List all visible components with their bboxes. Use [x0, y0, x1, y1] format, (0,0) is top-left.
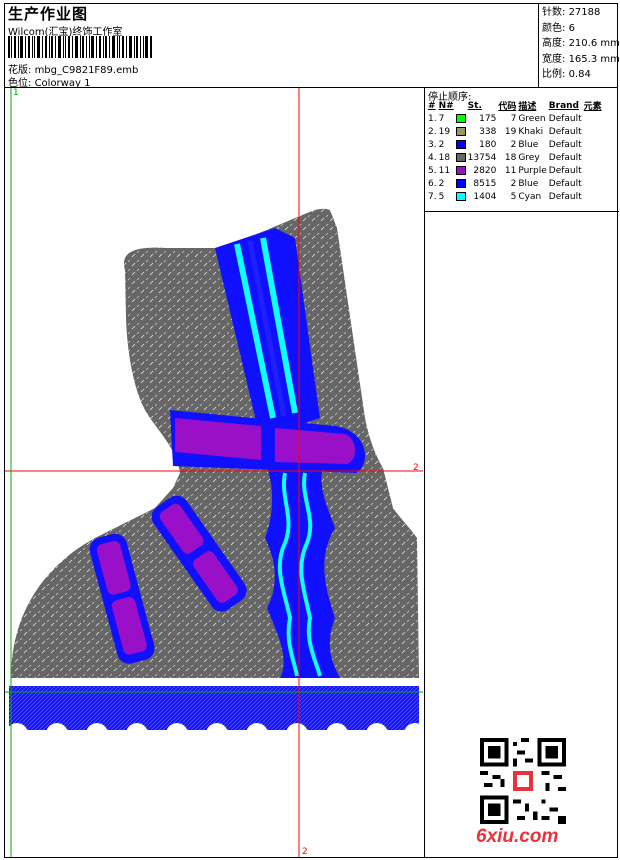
marker-end-right: 2	[413, 463, 419, 473]
color-swatch	[455, 152, 466, 162]
row-brand: Default	[548, 139, 582, 150]
row-code: 18	[504, 152, 517, 163]
col-swatch	[455, 99, 467, 112]
row-description: Grey	[518, 152, 540, 163]
row-code: 11	[504, 165, 517, 176]
stat-height: 高度: 210.6 mm	[542, 38, 620, 49]
row-index: 4.	[428, 152, 437, 163]
table-row: 5. 11 2820 11 Purple Default	[427, 164, 603, 177]
row-brand: Default	[548, 191, 582, 202]
row-swatch	[455, 138, 467, 151]
row-index: 7.	[428, 191, 437, 202]
row-needle: 19	[438, 126, 451, 137]
col-stitches: St.	[467, 100, 482, 111]
stat-stitches: 针数: 27188	[542, 7, 601, 18]
row-needle: 5	[438, 191, 445, 202]
col-brand: Brand	[548, 100, 579, 111]
row-stitches: 8515	[473, 178, 497, 189]
row-element	[583, 151, 603, 164]
row-element	[583, 112, 603, 125]
color-swatch	[455, 165, 466, 175]
col-element: 元素	[583, 102, 602, 112]
marker-end-bottom: 2	[302, 847, 308, 857]
row-element	[583, 177, 603, 190]
color-swatch	[455, 113, 466, 123]
stop-sequence-table: # N# St. 代码 描述 Brand 元素 1. 7 175 7 Green Defa…	[427, 99, 603, 203]
row-description: Blue	[518, 139, 539, 150]
qr-code	[480, 738, 566, 824]
row-index: 5.	[428, 165, 437, 176]
watermark-text: 6xiu.com	[476, 826, 559, 847]
stat-scale: 比例: 0.84	[542, 69, 591, 80]
row-description: Cyan	[518, 191, 542, 202]
color-swatch	[455, 126, 466, 136]
col-needle: N#	[438, 100, 454, 111]
row-brand: Default	[548, 178, 582, 189]
row-stitches: 13754	[467, 152, 497, 163]
row-swatch	[455, 164, 467, 177]
col-code: 代码	[498, 102, 517, 112]
table-row: 6. 2 8515 2 Blue Default	[427, 177, 603, 190]
row-swatch	[455, 190, 467, 203]
table-row: 3. 2 180 2 Blue Default	[427, 138, 603, 151]
sheet-title: 生产作业图	[8, 5, 89, 23]
panel-divider	[425, 211, 619, 212]
table-row: 1. 7 175 7 Green Default	[427, 112, 603, 125]
row-stitches: 180	[479, 139, 497, 150]
table-row: 2. 19 338 19 Khaki Default	[427, 125, 603, 138]
row-index: 6.	[428, 178, 437, 189]
row-needle: 11	[438, 165, 451, 176]
marker-start: 1	[13, 88, 19, 98]
row-swatch	[455, 125, 467, 138]
row-swatch	[455, 151, 467, 164]
row-needle: 2	[438, 139, 445, 150]
stats-box: 针数: 27188 颜色: 6 高度: 210.6 mm 宽度: 165.3 m…	[538, 3, 620, 87]
stat-colors: 颜色: 6	[542, 22, 575, 34]
row-needle: 7	[438, 113, 445, 124]
embroidery-design-preview	[5, 88, 423, 857]
row-code: 2	[510, 178, 517, 189]
row-element	[583, 125, 603, 138]
color-swatch	[455, 139, 466, 149]
row-index: 3.	[428, 139, 437, 150]
row-stitches: 2820	[473, 165, 497, 176]
row-brand: Default	[548, 152, 582, 163]
table-row: 4. 18 13754 18 Grey Default	[427, 151, 603, 164]
row-code: 5	[510, 191, 517, 202]
row-element	[583, 138, 603, 151]
row-stitches: 338	[479, 126, 497, 137]
row-brand: Default	[548, 165, 582, 176]
col-description: 描述	[518, 102, 537, 112]
row-description: Green	[518, 113, 546, 124]
boot-sole	[9, 686, 419, 730]
table-header-row: # N# St. 代码 描述 Brand 元素	[427, 99, 603, 113]
row-swatch	[455, 112, 467, 125]
row-brand: Default	[548, 113, 582, 124]
row-stitches: 1404	[473, 191, 497, 202]
row-description: Purple	[518, 165, 547, 176]
row-index: 1.	[428, 113, 437, 124]
row-index: 2.	[428, 126, 437, 137]
col-index: #	[428, 100, 436, 111]
row-code: 7	[510, 113, 517, 124]
row-needle: 2	[438, 178, 445, 189]
row-element	[583, 190, 603, 203]
row-description: Khaki	[518, 126, 544, 137]
row-stitches: 175	[479, 113, 497, 124]
row-brand: Default	[548, 126, 582, 137]
row-swatch	[455, 177, 467, 190]
barcode	[8, 36, 152, 58]
row-description: Blue	[518, 178, 539, 189]
row-code: 19	[504, 126, 517, 137]
row-needle: 18	[438, 152, 451, 163]
color-swatch	[455, 178, 466, 188]
table-row: 7. 5 1404 5 Cyan Default	[427, 190, 603, 203]
row-code: 2	[510, 139, 517, 150]
row-element	[583, 164, 603, 177]
stat-width: 宽度: 165.3 mm	[542, 53, 620, 65]
color-swatch	[455, 191, 466, 201]
